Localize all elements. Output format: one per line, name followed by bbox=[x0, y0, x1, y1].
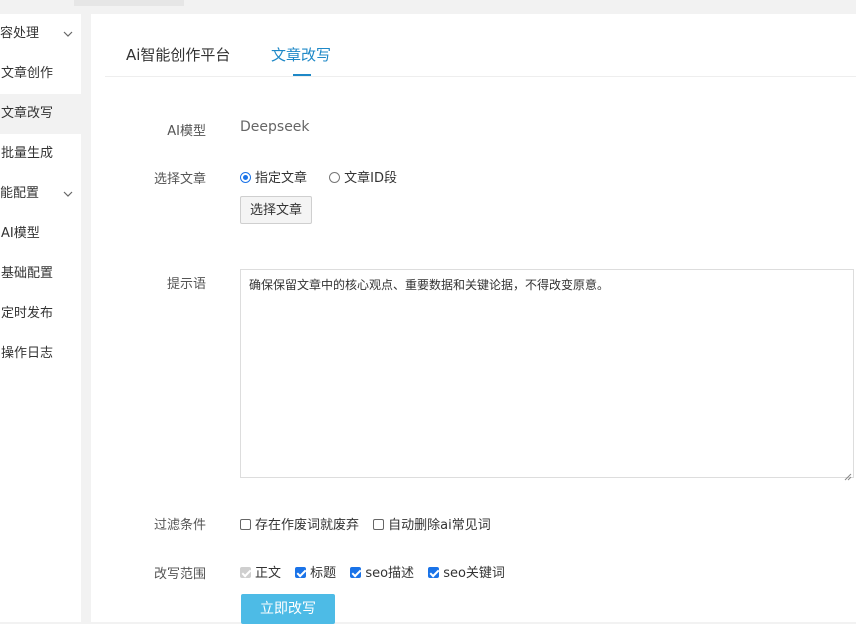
checkbox-box bbox=[295, 567, 307, 578]
chevron-down-icon bbox=[63, 174, 73, 214]
checkbox-box bbox=[240, 519, 251, 530]
checkbox-label: 存在作废词就废弃 bbox=[255, 518, 360, 533]
checkbox-scope-title[interactable]: 标题 bbox=[295, 562, 336, 581]
radio-label: 指定文章 bbox=[255, 171, 308, 186]
sidebar-item-ai-model[interactable]: AI模型 bbox=[0, 214, 81, 254]
checkbox-box bbox=[373, 519, 385, 530]
sidebar-item-batch-generate[interactable]: 批量生成 bbox=[0, 134, 81, 174]
checkbox-box bbox=[240, 567, 251, 578]
tab-article-rewrite[interactable]: 文章改写 bbox=[271, 44, 332, 76]
sidebar-item-article-create[interactable]: 文章创作 bbox=[0, 54, 81, 94]
checkbox-box bbox=[428, 567, 440, 578]
tab-active-underline bbox=[293, 74, 311, 76]
sidebar-item-basic-config[interactable]: 基础配置 bbox=[0, 254, 81, 294]
radio-dot bbox=[329, 172, 341, 183]
filter-checkbox-group: 存在作废词就废弃 自动删除ai常见词 bbox=[240, 514, 501, 533]
checkbox-label: seo描述 bbox=[365, 566, 415, 581]
scope-checkbox-group: 正文 标题 seo描述 seo关键词 bbox=[240, 562, 515, 581]
checkbox-label: 正文 bbox=[255, 566, 282, 581]
checkbox-label: 自动删除ai常见词 bbox=[388, 518, 491, 533]
checkbox-scope-seo-keywords[interactable]: seo关键词 bbox=[428, 562, 505, 581]
checkbox-auto-delete-ai-words[interactable]: 自动删除ai常见词 bbox=[373, 514, 491, 533]
radio-dot bbox=[240, 172, 251, 183]
article-radio-group: 指定文章 文章ID段 bbox=[240, 167, 415, 186]
prompt-label: 提示语 bbox=[166, 277, 206, 292]
tab-label: 文章改写 bbox=[271, 46, 332, 64]
sidebar-item-label: 内容处理 bbox=[0, 26, 40, 41]
top-tab[interactable] bbox=[74, 0, 184, 6]
model-label: AI模型 bbox=[167, 124, 206, 139]
sidebar-group-config[interactable]: 功能配置 bbox=[0, 174, 81, 214]
sidebar-item-operation-log[interactable]: 操作日志 bbox=[0, 334, 81, 374]
radio-specified-article[interactable]: 指定文章 bbox=[240, 167, 307, 186]
scope-label: 改写范围 bbox=[153, 567, 206, 582]
sidebar-item-label: 功能配置 bbox=[0, 186, 40, 201]
sidebar-item-label: 批量生成 bbox=[1, 146, 54, 161]
sidebar-group-content[interactable]: 内容处理 bbox=[0, 14, 81, 54]
chevron-down-icon bbox=[63, 14, 73, 54]
article-label: 选择文章 bbox=[153, 172, 206, 187]
sidebar-item-label: 基础配置 bbox=[1, 266, 54, 281]
model-value: Deepseek bbox=[240, 119, 310, 135]
sidebar-item-article-rewrite[interactable]: 文章改写 bbox=[0, 94, 81, 134]
sidebar-item-label: 文章改写 bbox=[1, 106, 54, 121]
select-article-button[interactable]: 选择文章 bbox=[240, 196, 312, 224]
checkbox-scope-body[interactable]: 正文 bbox=[240, 562, 281, 581]
sidebar-item-scheduled-publish[interactable]: 定时发布 bbox=[0, 294, 81, 334]
checkbox-box bbox=[350, 567, 362, 578]
checkbox-label: seo关键词 bbox=[443, 566, 505, 581]
checkbox-discard-invalid-words[interactable]: 存在作废词就废弃 bbox=[240, 514, 359, 533]
sidebar-item-label: 定时发布 bbox=[1, 306, 54, 321]
sidebar-item-label: 操作日志 bbox=[1, 346, 54, 361]
sidebar-item-label: 文章创作 bbox=[1, 66, 54, 81]
radio-label: 文章ID段 bbox=[344, 171, 398, 186]
radio-article-id-range[interactable]: 文章ID段 bbox=[329, 167, 397, 186]
checkbox-scope-seo-description[interactable]: seo描述 bbox=[350, 562, 414, 581]
rewrite-now-button[interactable]: 立即改写 bbox=[241, 594, 335, 624]
main-panel: Ai智能创作平台 文章改写 AI模型 Deepseek 选择文章 指定文章 文章… bbox=[91, 14, 856, 624]
filter-label: 过滤条件 bbox=[153, 518, 206, 533]
tab-bar: Ai智能创作平台 文章改写 bbox=[105, 14, 856, 77]
tab-brand[interactable]: Ai智能创作平台 bbox=[126, 44, 230, 65]
checkbox-label: 标题 bbox=[310, 566, 337, 581]
sidebar: 内容处理 文章创作 文章改写 批量生成 功能配置 AI模型 基础配置 定时发布 … bbox=[0, 14, 81, 622]
sidebar-item-label: AI模型 bbox=[1, 226, 40, 241]
top-bar bbox=[0, 0, 856, 6]
resize-grip-icon[interactable] bbox=[843, 466, 852, 481]
prompt-textarea[interactable] bbox=[240, 269, 854, 478]
